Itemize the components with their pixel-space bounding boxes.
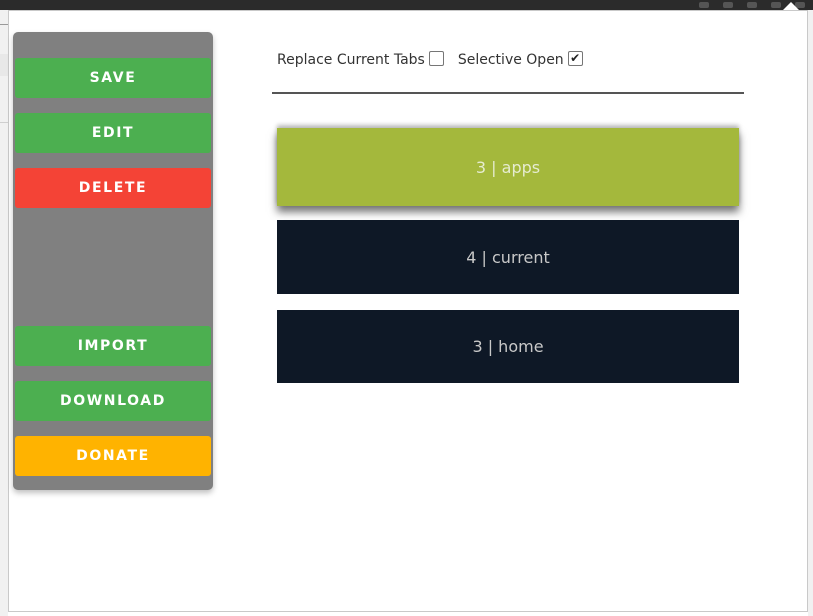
options-divider [272,92,744,94]
session-label: 3 | home [472,337,544,356]
replace-current-tabs-label: Replace Current Tabs [277,52,425,68]
extension-icon[interactable] [699,2,709,8]
import-button[interactable]: IMPORT [15,326,211,366]
selective-open-checkbox[interactable]: ✔ [567,50,583,66]
bookmark-star-icon[interactable] [723,2,733,8]
selective-open-label: Selective Open [457,52,564,68]
session-item-apps[interactable]: 3 | apps [277,128,739,206]
replace-current-tabs-option[interactable]: Replace Current Tabs [277,50,444,68]
selective-open-option[interactable]: Selective Open ✔ [457,50,583,68]
session-label: 3 | apps [475,157,541,177]
extension-icon[interactable] [771,2,781,8]
delete-button[interactable]: DELETE [15,168,211,208]
donate-button[interactable]: DONATE [15,436,211,476]
download-button[interactable]: DOWNLOAD [15,381,211,421]
edit-button[interactable]: EDIT [15,113,211,153]
open-options: Replace Current Tabs Selective Open ✔ [277,46,583,74]
extension-icon[interactable] [747,2,757,8]
browser-page-edge-left [0,10,8,616]
session-label: 4 | current [466,247,550,267]
replace-current-tabs-checkbox[interactable] [428,50,444,66]
browser-toolbar-strip [0,0,813,10]
action-sidebar: SAVE EDIT DELETE IMPORT DOWNLOAD DONATE [13,32,213,490]
session-item-home[interactable]: 3 | home [277,310,739,383]
session-item-current[interactable]: 4 | current [277,220,739,294]
popup-caret-icon [783,2,799,10]
save-button[interactable]: SAVE [15,58,211,98]
browser-page-edge-right [808,10,813,616]
